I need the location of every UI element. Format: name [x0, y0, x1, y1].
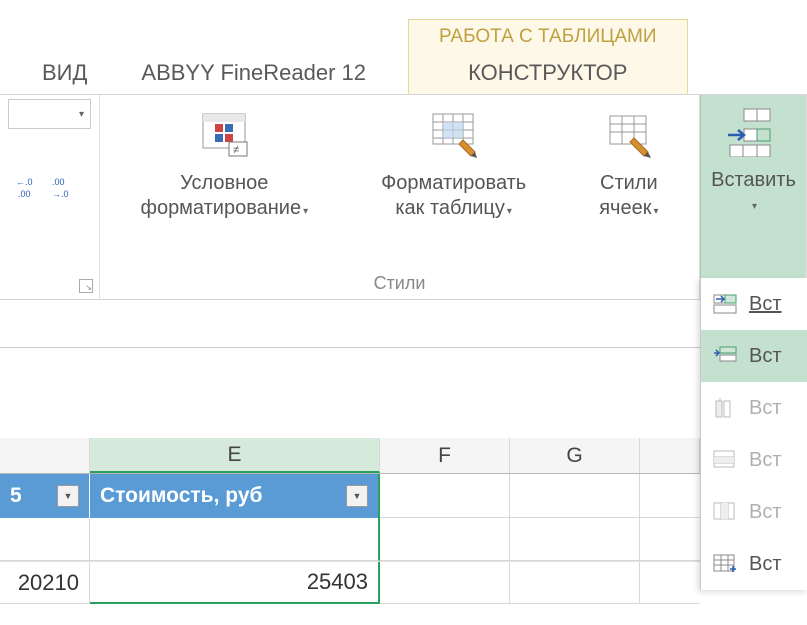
filter-button[interactable]: ▼	[57, 485, 79, 507]
menu-item-label: Вст	[749, 345, 782, 368]
insert-cells-menu-item[interactable]: Вст	[701, 278, 807, 330]
tab-table-design[interactable]: КОНСТРУКТОР	[408, 54, 688, 94]
worksheet-area: E F G 5 ▼ Стоимость, руб ▼ 20210 25403	[0, 320, 700, 604]
ribbon-group-styles: ≠ Условное форматирование ▾	[100, 95, 700, 299]
svg-text:.00: .00	[52, 177, 65, 187]
format-as-table-label-2: как таблицу	[395, 197, 505, 219]
cell[interactable]	[510, 474, 640, 518]
tab-abbyy-finereader[interactable]: ABBYY FineReader 12	[129, 54, 378, 94]
filter-button[interactable]: ▼	[346, 485, 368, 507]
conditional-formatting-icon: ≠	[196, 107, 252, 163]
cell[interactable]	[90, 518, 380, 561]
cell[interactable]	[640, 518, 700, 561]
cell-styles-label-1: Стили	[600, 172, 658, 194]
menu-item-label: Вст	[749, 501, 782, 524]
cell-e[interactable]: 25403	[90, 562, 380, 604]
chevron-down-icon: ▾	[303, 206, 308, 219]
insert-sheet-rows-menu-item: Вст	[701, 434, 807, 486]
insert-sheet-columns-menu-item: Вст	[701, 486, 807, 538]
chevron-down-icon: ▾	[507, 206, 512, 219]
conditional-formatting-label-2: форматирование	[140, 197, 301, 219]
increase-decimal-button[interactable]: ←.0 .00	[16, 175, 40, 199]
insert-split-button[interactable]: Вставить ▾	[709, 99, 798, 215]
increase-decimal-icon: ←.0 .00	[16, 175, 40, 199]
format-as-table-label-1: Форматировать	[381, 172, 526, 194]
cell[interactable]	[0, 518, 90, 561]
ribbon-group-number: ▾ ←.0 .00 .00 →.0 ↘	[0, 95, 100, 299]
ribbon-group-cells-insert: Вставить ▾	[700, 95, 807, 299]
decrease-decimal-icon: .00 →.0	[52, 175, 76, 199]
column-header-d-partial[interactable]	[0, 438, 90, 473]
insert-sheet-menu-item[interactable]: Вст	[701, 538, 807, 590]
cell[interactable]	[380, 518, 510, 561]
column-header-g[interactable]: G	[510, 438, 640, 473]
cell[interactable]	[640, 474, 700, 518]
styles-group-label: Стили	[108, 273, 691, 297]
insert-label: Вставить	[711, 169, 796, 191]
svg-text:←.0: ←.0	[16, 177, 33, 187]
tab-view[interactable]: ВИД	[30, 54, 99, 94]
chevron-down-icon: ▾	[653, 206, 658, 219]
table-header-row: 5 ▼ Стоимость, руб ▼	[0, 474, 700, 518]
column-header-h-partial[interactable]	[640, 438, 700, 473]
context-tab-title: РАБОТА С ТАБЛИЦАМИ	[408, 19, 688, 54]
table-row	[0, 518, 700, 562]
column-header-e[interactable]: E	[90, 438, 380, 473]
chevron-down-icon: ▾	[752, 201, 757, 212]
insert-cells-icon	[726, 107, 782, 163]
insert-column-left-icon	[711, 396, 739, 420]
insert-sheet-columns-icon	[711, 500, 739, 524]
cell-styles-button[interactable]: Стили ячеек ▾	[595, 103, 662, 225]
svg-text:.00: .00	[18, 189, 31, 199]
insert-sheet-icon	[711, 552, 739, 576]
formula-bar-edge	[0, 320, 700, 348]
menu-item-label: Вст	[749, 553, 782, 576]
conditional-formatting-label-1: Условное	[180, 172, 268, 194]
menu-item-label: Вст	[749, 397, 782, 420]
svg-text:≠: ≠	[233, 144, 239, 156]
cell[interactable]	[510, 562, 640, 604]
insert-table-columns-left-menu-item: Вст	[701, 382, 807, 434]
number-format-dropdown[interactable]: ▾	[8, 99, 91, 129]
table-header-d-text: 5	[10, 484, 22, 508]
cell-d[interactable]: 20210	[0, 562, 90, 604]
menu-item-label: Вст	[749, 293, 782, 316]
svg-text:→.0: →.0	[52, 189, 69, 199]
menu-item-label: Вст	[749, 449, 782, 472]
conditional-formatting-button[interactable]: ≠ Условное форматирование ▾	[136, 103, 312, 225]
cell[interactable]	[510, 518, 640, 561]
number-group-label	[8, 294, 91, 297]
cell[interactable]	[380, 474, 510, 518]
table-header-e-text: Стоимость, руб	[100, 484, 262, 508]
table-header-cell-e[interactable]: Стоимость, руб ▼	[90, 474, 380, 518]
insert-cells-shift-icon	[711, 292, 739, 316]
format-as-table-button[interactable]: Форматировать как таблицу ▾	[377, 103, 530, 225]
decrease-decimal-button[interactable]: .00 →.0	[52, 175, 76, 199]
table-row: 20210 25403	[0, 562, 700, 604]
insert-row-above-icon	[711, 344, 739, 368]
ribbon-tabs: ВИД ABBYY FineReader 12 РАБОТА С ТАБЛИЦА…	[0, 0, 807, 95]
number-group-launcher[interactable]: ↘	[79, 279, 93, 293]
column-header-f[interactable]: F	[380, 438, 510, 473]
cell[interactable]	[640, 562, 700, 604]
cell[interactable]	[380, 562, 510, 604]
context-tab-group: РАБОТА С ТАБЛИЦАМИ КОНСТРУКТОР	[408, 19, 688, 94]
format-as-table-icon	[426, 107, 482, 163]
ribbon: ▾ ←.0 .00 .00 →.0 ↘	[0, 95, 807, 300]
cell-styles-icon	[601, 107, 657, 163]
column-headers: E F G	[0, 438, 700, 474]
insert-dropdown-menu: Вст Вст Вст Вст Вст Вст	[700, 278, 807, 590]
cell-styles-label-2: ячеек	[599, 197, 651, 219]
table-header-cell-d[interactable]: 5 ▼	[0, 474, 90, 518]
insert-table-rows-above-menu-item[interactable]: Вст	[701, 330, 807, 382]
insert-sheet-rows-icon	[711, 448, 739, 472]
